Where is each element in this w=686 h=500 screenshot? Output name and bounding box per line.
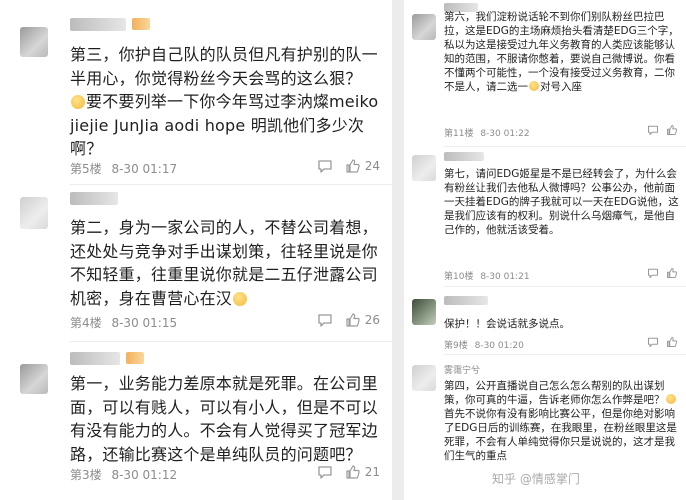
- comment-text: 第四，公开直播说自己怎么怎么帮别的队出谋划策，你可真的牛逼，告诉老师你怎么作弊是…: [444, 379, 682, 463]
- avatar[interactable]: [412, 299, 436, 325]
- comment-icon: [318, 160, 332, 173]
- comment-icon[interactable]: [647, 336, 659, 348]
- comment-icon: [318, 466, 332, 479]
- floor-number: 第10楼: [444, 272, 474, 282]
- comment-time: 8-30 01:15: [111, 316, 178, 330]
- avatar[interactable]: [20, 197, 48, 229]
- comment-floor-9: 保护！！会说话就多说点。 第9楼 8-30 01:20: [404, 287, 686, 351]
- comment-actions: [647, 336, 678, 348]
- avatar[interactable]: [412, 14, 436, 40]
- comment-text-part2: 首先不说你有没有影响比赛公平，但是你绝对影响了EDG日后的训练赛，在我眼里，在粉…: [444, 408, 677, 462]
- comment-time: 8-30 01:12: [111, 468, 178, 482]
- comment-icon[interactable]: [647, 267, 659, 279]
- floor-number: 第4楼: [70, 316, 102, 330]
- floor-number: 第11楼: [444, 129, 474, 139]
- username-redacted: [70, 18, 126, 31]
- comment-text-part1: 第三，你护自己队的队员但凡有护别的队一半用心，你觉得粉丝今天会骂的这么狠？: [70, 45, 378, 88]
- like-count: 26: [364, 313, 380, 327]
- left-comment-panel: 第三，你护自己队的队员但凡有护别的队一半用心，你觉得粉丝今天会骂的这么狠？ 要不…: [0, 0, 392, 500]
- comment-actions: 24: [317, 158, 380, 174]
- avatar[interactable]: [412, 365, 436, 391]
- user-badge-icon: [126, 352, 144, 364]
- comment-meta: 第9楼 8-30 01:20: [444, 338, 524, 351]
- username-redacted: [444, 296, 488, 305]
- reply-button[interactable]: [317, 158, 333, 174]
- user-badge-icon: [132, 18, 150, 30]
- comment-actions: [647, 124, 678, 136]
- comment-icon: [318, 314, 332, 327]
- like-button[interactable]: 26: [345, 312, 380, 328]
- smile-emoji-icon: [233, 291, 248, 306]
- avatar[interactable]: [20, 364, 48, 394]
- comment-text-suffix: 对号入座: [540, 81, 582, 93]
- comment-text-part2: 要不要列举一下你今年骂过李汭燦meiko jiejie JunJia aodi …: [70, 92, 379, 158]
- smile-emoji-icon: [71, 95, 85, 109]
- comment-actions: 26: [317, 312, 380, 328]
- avatar[interactable]: [20, 27, 48, 57]
- comment-time: 8-30 01:21: [480, 272, 530, 282]
- username-redacted: [70, 192, 118, 205]
- comment-meta: 第11楼 8-30 01:22: [444, 126, 530, 139]
- like-button[interactable]: 24: [345, 158, 380, 174]
- username-redacted: [70, 352, 120, 365]
- reply-button[interactable]: [317, 464, 333, 480]
- comment-text-part1: 第二，身为一家公司的人，不替公司着想，还处处与竞争对手出谋划策，往轻里说是你不知…: [70, 218, 378, 308]
- comment-icon[interactable]: [647, 124, 659, 136]
- like-icon[interactable]: [666, 336, 678, 348]
- comment-meta: 第3楼 8-30 01:12: [70, 466, 177, 483]
- comment-text-part1: 第一，业务能力差原本就是死罪。在公司里面，可以有贱人，可以有小人，但是不可以有没…: [70, 374, 378, 464]
- comment-floor-3: 第一，业务能力差原本就是死罪。在公司里面，可以有贱人，可以有小人，但是不可以有没…: [0, 342, 392, 500]
- like-icon[interactable]: [666, 124, 678, 136]
- comment-text: 保护！！会说话就多说点。: [444, 317, 682, 331]
- smile-emoji-icon: [529, 81, 539, 91]
- right-comment-panel: 第六，我们淀粉说话轮不到你们别队粉丝巴拉巴拉，这是EDG的主场麻烦抬头看清楚ED…: [404, 0, 686, 500]
- comment-meta: 第10楼 8-30 01:21: [444, 269, 530, 282]
- like-count: 24: [364, 159, 380, 173]
- comment-text: 第三，你护自己队的队员但凡有护别的队一半用心，你觉得粉丝今天会骂的这么狠？ 要不…: [70, 43, 388, 161]
- like-icon[interactable]: [666, 267, 678, 279]
- smile-emoji-icon: [665, 394, 676, 404]
- like-icon: [346, 313, 360, 327]
- like-icon: [346, 465, 360, 479]
- comment-floor-4: 第二，身为一家公司的人，不替公司着想，还处处与竞争对手出谋划策，往轻里说是你不知…: [0, 185, 392, 345]
- comment-time: 8-30 01:22: [480, 129, 530, 139]
- comment-text-part1: 保护！！会说话就多说点。: [444, 318, 570, 330]
- comment-time: 8-30 01:17: [111, 162, 178, 176]
- avatar[interactable]: [412, 155, 436, 181]
- comment-meta: 第5楼 8-30 01:17: [70, 160, 177, 177]
- like-icon: [346, 159, 360, 173]
- username-redacted: [444, 152, 484, 161]
- like-button[interactable]: 21: [345, 464, 380, 480]
- comment-meta: 第4楼 8-30 01:15: [70, 314, 177, 331]
- zhihu-watermark: 知乎 @情感掌门: [492, 472, 580, 486]
- floor-number: 第9楼: [444, 341, 468, 351]
- username[interactable]: 雾霭宁兮: [444, 363, 480, 376]
- reply-button[interactable]: [317, 312, 333, 328]
- comment-text-part1: 第四，公开直播说自己怎么怎么帮别的队出谋划策，你可真的牛逼，告诉老师你怎么作弊是…: [444, 380, 665, 406]
- comment-time: 8-30 01:20: [474, 341, 524, 351]
- floor-number: 第5楼: [70, 162, 102, 176]
- comment-floor-10: 第七，请问EDG姬星是不是已经转会了，为什么会有粉丝让我们去他私人微博吗？公事公…: [404, 147, 686, 285]
- comment-text: 第六，我们淀粉说话轮不到你们别队粉丝巴拉巴拉，这是EDG的主场麻烦抬头看清楚ED…: [444, 10, 682, 94]
- comment-actions: 21: [317, 464, 380, 480]
- comment-floor-11: 第六，我们淀粉说话轮不到你们别队粉丝巴拉巴拉，这是EDG的主场麻烦抬头看清楚ED…: [404, 0, 686, 142]
- like-count: 21: [364, 465, 380, 479]
- comment-text: 第一，业务能力差原本就是死罪。在公司里面，可以有贱人，可以有小人，但是不可以有没…: [70, 372, 388, 466]
- comment-actions: [647, 267, 678, 279]
- comment-floor-5: 第三，你护自己队的队员但凡有护别的队一半用心，你觉得粉丝今天会骂的这么狠？ 要不…: [0, 0, 392, 183]
- floor-number: 第3楼: [70, 468, 102, 482]
- comment-text-part1: 第七，请问EDG姬星是不是已经转会了，为什么会有粉丝让我们去他私人微博吗？公事公…: [444, 168, 679, 236]
- comment-text: 第二，身为一家公司的人，不替公司着想，还处处与竞争对手出谋划策，往轻里说是你不知…: [70, 216, 388, 310]
- comment-text: 第七，请问EDG姬星是不是已经转会了，为什么会有粉丝让我们去他私人微博吗？公事公…: [444, 167, 682, 237]
